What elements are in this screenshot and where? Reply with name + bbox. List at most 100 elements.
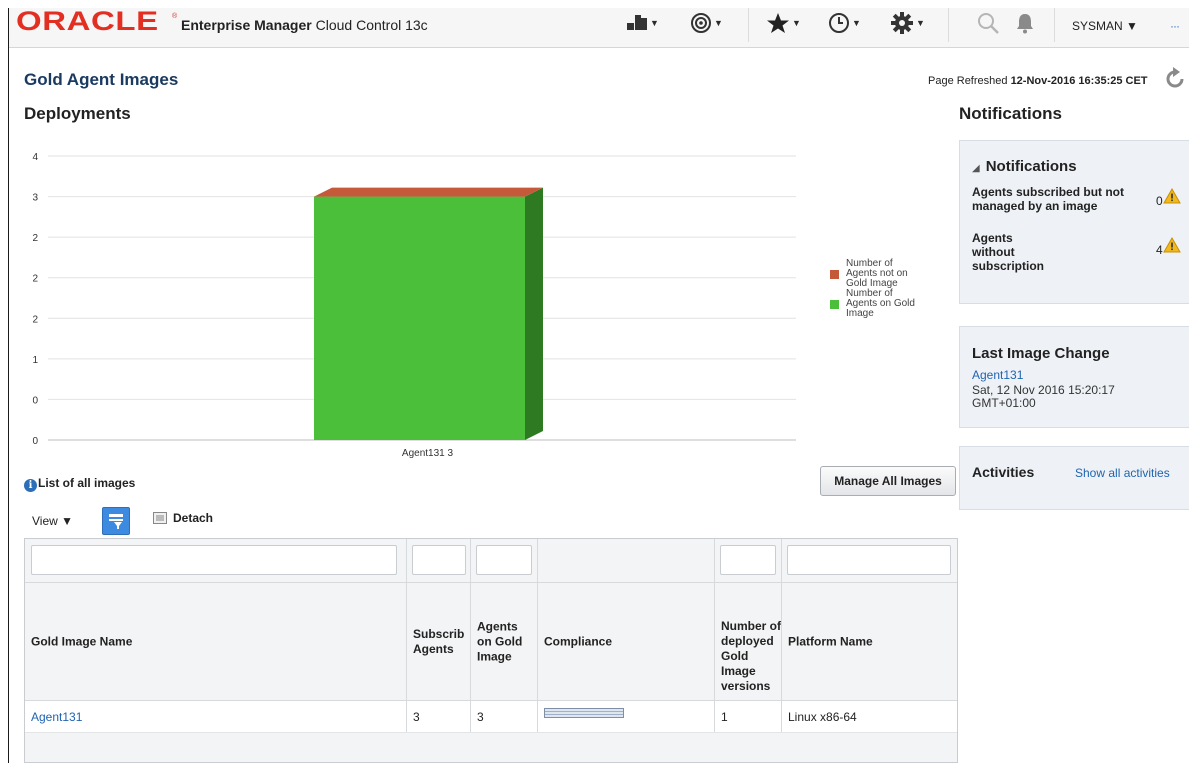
bar-agents-on-gold <box>314 196 525 440</box>
column-header-label: Number of deployed Gold Image versions <box>721 619 781 693</box>
subscribed-label-line: Agents subscribed but not <box>972 185 1125 199</box>
search-icon[interactable] <box>976 10 1000 36</box>
filter-cell <box>715 539 782 582</box>
table-header-row: Gold Image Name Subscrib Agents Agents o… <box>25 583 957 701</box>
view-menu[interactable]: View ▼ <box>32 514 73 528</box>
filter-cell <box>471 539 538 582</box>
filter-platform-name[interactable] <box>787 545 951 575</box>
y-tick-label: 3 <box>32 193 38 204</box>
info-icon[interactable]: i <box>24 479 37 492</box>
agents-on-gold-value: 3 <box>477 710 484 724</box>
detach-button[interactable]: Detach <box>153 511 213 525</box>
page-refresh-info: Page Refreshed 12-Nov-2016 16:35:25 CET <box>928 75 1148 87</box>
chart-legend: Number ofAgents not onGold ImageNumber o… <box>830 258 915 319</box>
subscribed-not-managed-label: Agents subscribed but not managed by an … <box>972 185 1124 213</box>
column-header-label: Agents on Gold Image <box>477 619 523 663</box>
gold-image-name-link[interactable]: Agent131 <box>31 710 82 724</box>
platform-name-value: Linux x86-64 <box>788 710 857 724</box>
detach-label: Detach <box>173 511 214 525</box>
warning-icon <box>1163 188 1181 204</box>
notifications-bell-icon[interactable] <box>1015 10 1035 36</box>
column-header-label: Compliance <box>544 634 613 648</box>
last-image-change-date: Sat, 12 Nov 2016 15:20:17 GMT+01:00 <box>972 383 1115 410</box>
deployments-heading: Deployments <box>24 104 131 123</box>
filter-cell <box>25 539 407 582</box>
more-menu-icon[interactable]: ··· <box>1170 19 1180 33</box>
gold-images-table: Gold Image Name Subscrib Agents Agents o… <box>24 538 958 763</box>
table-cell <box>538 701 715 732</box>
last-image-change-link[interactable]: Agent131 <box>972 368 1023 382</box>
show-all-activities-link[interactable]: Show all activities <box>1075 466 1170 480</box>
table-cell: 3 <box>407 701 471 732</box>
notifications-panel: ◢ Notifications Agents subscribed but not… <box>959 140 1189 304</box>
filter-deployed-versions[interactable] <box>720 545 776 575</box>
y-tick-label: 1 <box>32 355 38 366</box>
product-title-rest: Cloud Control 13c <box>315 17 428 33</box>
table-row[interactable]: Agent131 3 3 1 Linux x86-64 <box>25 701 957 733</box>
list-caption: i List of all images <box>24 476 135 492</box>
history-clock-icon[interactable]: ▼ <box>828 10 861 36</box>
bar-agents-on-gold-side <box>525 187 543 440</box>
warning-icon <box>1163 237 1181 253</box>
targets-menu-icon[interactable]: ▼ <box>626 10 659 36</box>
refresh-icon[interactable] <box>1163 67 1187 91</box>
column-header[interactable]: Compliance <box>538 583 715 700</box>
notifications-box-title[interactable]: ◢ Notifications <box>972 158 1077 175</box>
bell-glyph <box>1017 14 1033 34</box>
column-header[interactable]: Agents on Gold Image <box>471 583 538 700</box>
product-title-bold: Enterprise Manager <box>181 17 312 33</box>
targets-menu-glyph <box>627 15 647 30</box>
table-cell: Linux x86-64 <box>782 701 957 732</box>
toolbar-divider <box>748 8 749 42</box>
chevron-down-icon: ▼ <box>852 18 861 28</box>
manage-all-images-button[interactable]: Manage All Images <box>820 466 956 496</box>
filter-cell <box>782 539 957 582</box>
activities-title: Activities <box>972 464 1035 480</box>
target-selector-icon[interactable]: ▼ <box>690 10 723 36</box>
without-label-line: subscription <box>972 259 1045 273</box>
product-title: Enterprise Manager Cloud Control 13c <box>181 17 428 33</box>
refresh-time: 12-Nov-2016 16:35:25 CET <box>1010 75 1148 87</box>
chevron-down-icon: ▼ <box>792 18 801 28</box>
legend-on-gold-swatch <box>830 300 839 309</box>
favorites-star-icon[interactable]: ▼ <box>766 10 801 36</box>
table-cell: Agent131 <box>25 701 407 732</box>
registered-mark: ® <box>172 13 178 20</box>
query-by-example-icon <box>109 514 123 529</box>
collapse-triangle-icon[interactable]: ◢ <box>972 163 980 174</box>
column-header[interactable]: Platform Name <box>782 583 957 700</box>
clock-glyph <box>829 13 849 33</box>
refresh-label: Page Refreshed <box>928 75 1008 87</box>
oracle-logo: ORACLE <box>16 6 159 36</box>
y-tick-label: 0 <box>32 436 38 447</box>
y-tick-label: 2 <box>32 274 38 285</box>
table-cell: 3 <box>471 701 538 732</box>
column-header[interactable]: Subscrib Agents <box>407 583 471 700</box>
chevron-down-icon: ▼ <box>916 18 925 28</box>
compliance-bar <box>544 708 624 718</box>
filter-agents-on-gold[interactable] <box>476 545 532 575</box>
user-menu[interactable]: SYSMAN ▼ <box>1072 19 1138 33</box>
table-cell: 1 <box>715 701 782 732</box>
filter-cell <box>407 539 471 582</box>
chart-y-ticks: 0 0 1 2 2 2 3 4 <box>32 152 38 447</box>
column-header[interactable]: Number of deployed Gold Image versions <box>715 583 782 700</box>
page-title: Gold Agent Images <box>24 70 179 89</box>
bar-agents-not-on-gold <box>314 187 543 197</box>
subscribed-agents-value: 3 <box>413 710 420 724</box>
setup-gear-icon[interactable]: ▼ <box>890 10 925 36</box>
deployments-chart: 0 0 1 2 2 2 3 4 Agent131 3 Number ofAgents not … <box>32 152 915 459</box>
deployed-versions-value: 1 <box>721 710 728 724</box>
y-tick-label: 0 <box>32 395 38 406</box>
subscribed-not-managed-count[interactable]: 0 <box>1156 194 1163 208</box>
agents-without-subscription-count[interactable]: 4 <box>1156 243 1163 257</box>
filter-gold-image-name[interactable] <box>31 545 397 575</box>
column-header[interactable]: Gold Image Name <box>25 583 407 700</box>
chart-x-ticks: Agent131 3 <box>402 448 454 459</box>
subscribed-label-line: managed by an image <box>972 199 1098 213</box>
query-by-example-button[interactable] <box>102 507 130 535</box>
gear-glyph <box>891 12 913 34</box>
agents-without-subscription-label: Agents without subscription <box>972 231 1044 273</box>
x-tick-label: Agent131 3 <box>402 448 454 459</box>
filter-subscribed-agents[interactable] <box>412 545 466 575</box>
